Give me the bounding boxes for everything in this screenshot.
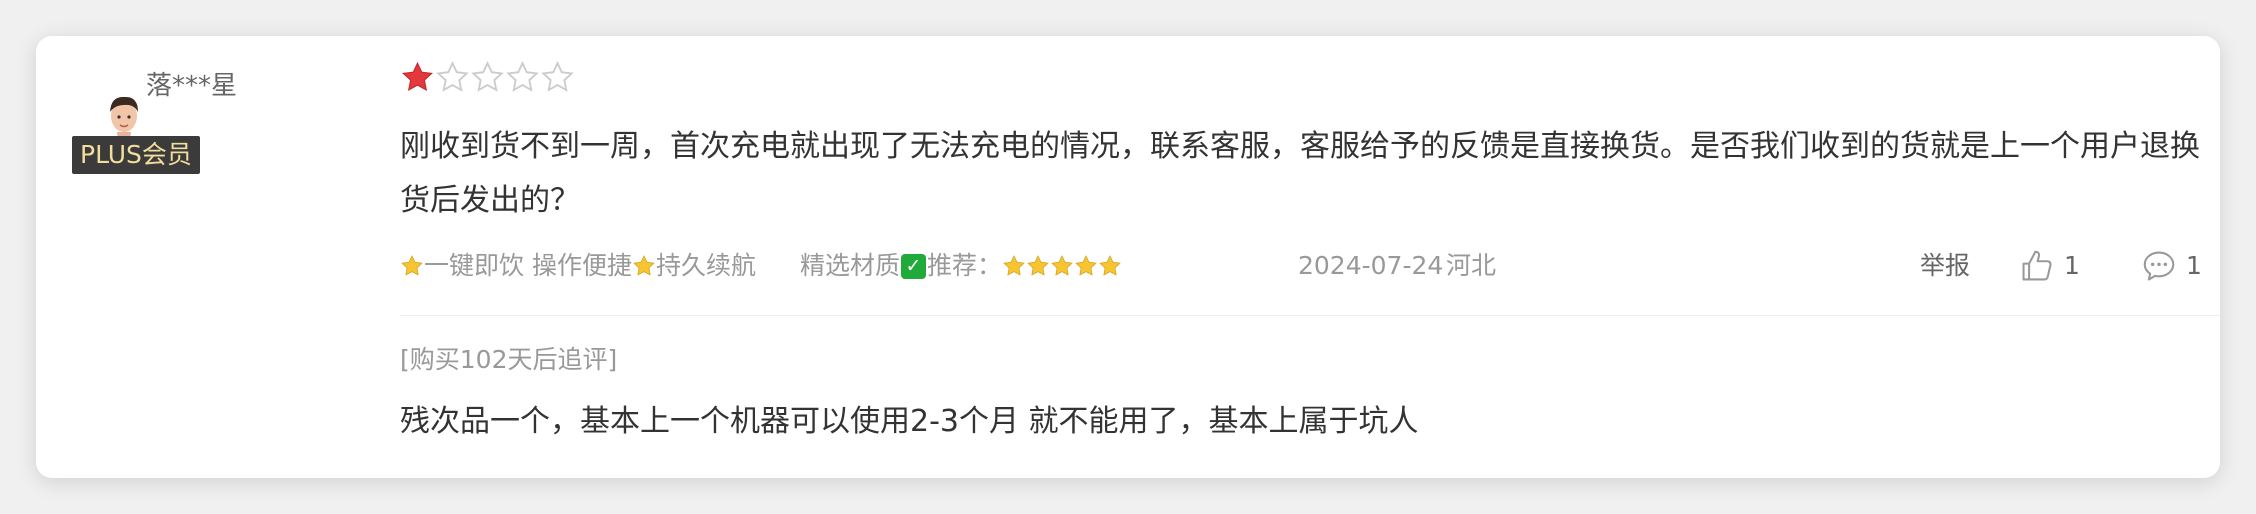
tag-text: 精选材质 (799, 251, 900, 280)
star-icon (402, 61, 433, 92)
like-button[interactable]: 1 (2018, 246, 2080, 286)
comment-button[interactable]: 1 (2140, 246, 2202, 286)
review-region: 河北 (1446, 251, 1497, 280)
review-card: 落***星 PLUS会员 刚收到货不到一周，首次充电就出现了无法充电的情况，联系… (36, 36, 2220, 478)
plus-member-badge: PLUS会员 (72, 136, 200, 174)
star-icon (436, 60, 469, 92)
star-emoji-icon (1075, 255, 1097, 276)
review-date: 2024-07-24 (1298, 251, 1444, 280)
review-content: 刚收到货不到一周，首次充电就出现了无法充电的情况，联系客服，客服给予的反馈是直接… (400, 129, 2200, 218)
star-emoji-icon (1027, 255, 1049, 276)
star-icon (506, 60, 539, 92)
star-rating (400, 60, 575, 95)
tag-text: 持久续航 (655, 251, 756, 280)
tag-text: 一键即饮 操作便捷 (424, 251, 632, 280)
star-emoji-icon (1003, 255, 1025, 276)
thumbs-up-icon (2022, 250, 2052, 281)
tag-text: 推荐： (926, 251, 1002, 280)
comment-icon (2143, 251, 2175, 281)
check-icon: ✓ (900, 253, 926, 279)
comment-count: 1 (2186, 251, 2202, 280)
star-emoji-icon (1099, 255, 1121, 276)
like-count: 1 (2064, 251, 2080, 280)
review-tags: 一键即饮 操作便捷 持久续航 精选材质 ✓ 推荐： (400, 246, 1122, 286)
followup-label: [购买102天后追评] (400, 345, 618, 374)
star-emoji-icon (633, 255, 655, 276)
report-button[interactable]: 举报 (1920, 246, 1970, 286)
star-emoji-icon (401, 255, 423, 276)
followup-content: 残次品一个，基本上一个机器可以使用2-3个月 就不能用了，基本上属于坑人 (400, 404, 1419, 439)
divider (400, 315, 2220, 316)
username: 落***星 (146, 71, 238, 101)
star-icon (471, 60, 504, 92)
star-emoji-icon (1051, 255, 1073, 276)
star-icon (541, 60, 574, 92)
review-meta: 一键即饮 操作便捷 持久续航 精选材质 ✓ 推荐： 2024-07-24 河北 … (400, 246, 2220, 286)
